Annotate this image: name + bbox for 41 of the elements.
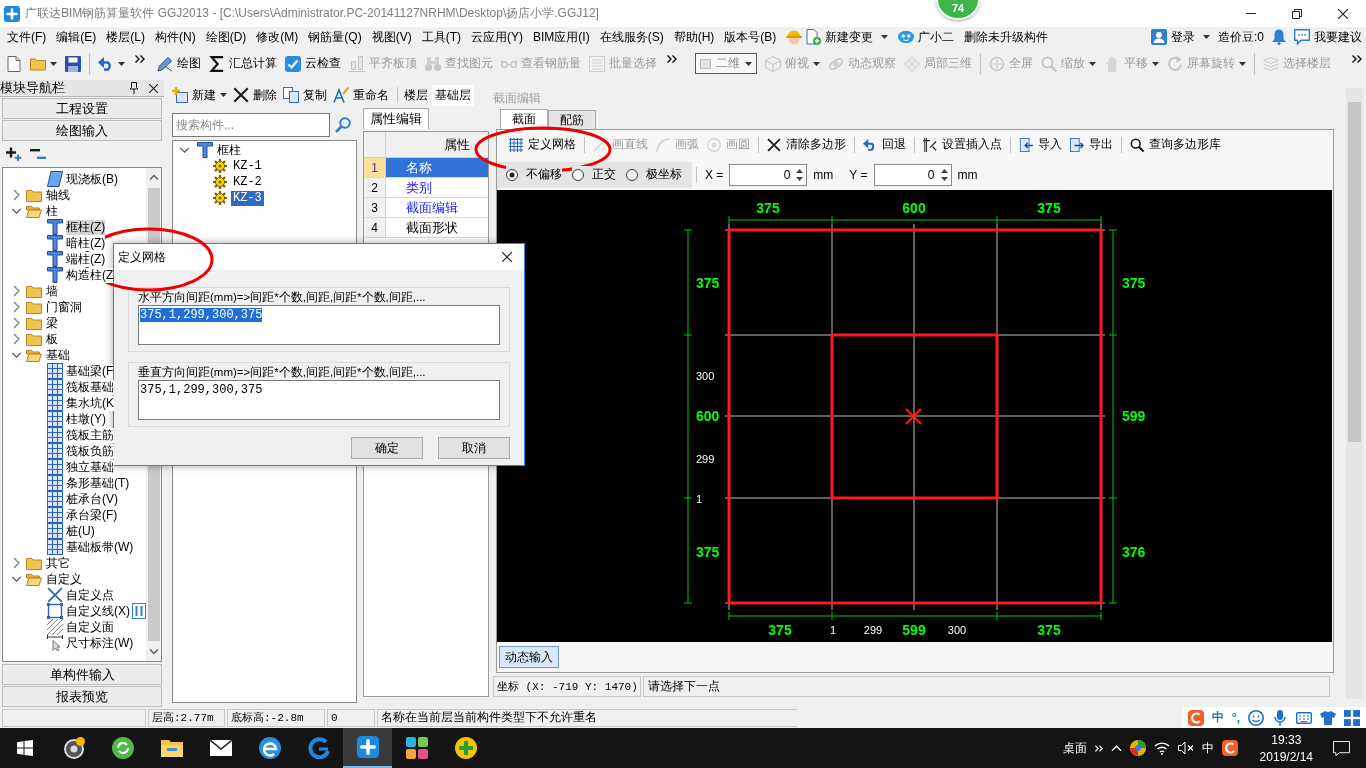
dimension-label: 375 <box>1122 275 1146 291</box>
grid-spacing-label: 300 <box>947 624 967 636</box>
grid-spacing-label: 299 <box>696 453 715 465</box>
dimension-label: 600 <box>902 200 926 216</box>
dimension-label: 375 <box>696 544 720 560</box>
grid-spacing-label: 299 <box>863 624 883 636</box>
field-label: 水平方向间距(mm)=>间距*个数,间距,间距*个数,间距,... <box>138 290 427 304</box>
coordinate-label: Y = <box>849 167 868 182</box>
command-prompt: 请选择下一点 <box>643 676 1330 697</box>
status-cell: 名称在当前层当前构件类型下不允许重名 <box>377 708 797 727</box>
coordinate-label: X = <box>705 167 724 182</box>
dimension-label: 375 <box>768 622 792 638</box>
grid-spacing-label: 1 <box>829 624 837 636</box>
dimension-label: 375 <box>1037 200 1061 216</box>
status-cell: 0 <box>327 708 375 727</box>
grid-spacing-label: 1 <box>696 493 703 505</box>
status-cell: 底标高:-2.8m <box>227 708 325 727</box>
dimension-label: 375 <box>1037 622 1061 638</box>
field-label: 垂直方向间距(mm)=>间距*个数,间距,间距*个数,间距,... <box>138 365 427 379</box>
dimension-label: 600 <box>696 408 720 424</box>
floor-label: 楼层 <box>404 86 428 104</box>
dimension-label: 375 <box>696 275 720 291</box>
grid-spacing-label: 300 <box>696 370 715 382</box>
row-number: 4 <box>364 218 386 237</box>
dimension-label: 375 <box>756 200 780 216</box>
panel-title: 模块导航栏 <box>0 79 65 97</box>
row-number: 2 <box>364 178 386 197</box>
row-number: 1 <box>364 158 386 177</box>
column-header: 属性 <box>443 135 471 154</box>
panel-title: 截面编辑 <box>493 89 541 107</box>
unit-label: mm <box>957 167 978 182</box>
dialog-title: 定义网格 <box>118 248 166 266</box>
coordinate-readout: 坐标 (X: -719 Y: 1470) <box>493 676 641 697</box>
unit-label: mm <box>813 167 834 182</box>
points-label: 造价豆:0 <box>1218 28 1264 46</box>
dimension-label: 599 <box>1122 408 1146 424</box>
dimension-label: 599 <box>902 622 926 638</box>
dimension-label: 376 <box>1122 544 1146 560</box>
window-title: 广联达BIM钢筋算量软件 GGJ2013 - [C:\Users\Administrator.PC-20141127NRHM\Desktop\扬店小学.GGJ12] <box>25 5 599 22</box>
status-cell: 层高:2.77m <box>148 708 225 727</box>
row-number: 3 <box>364 198 386 217</box>
